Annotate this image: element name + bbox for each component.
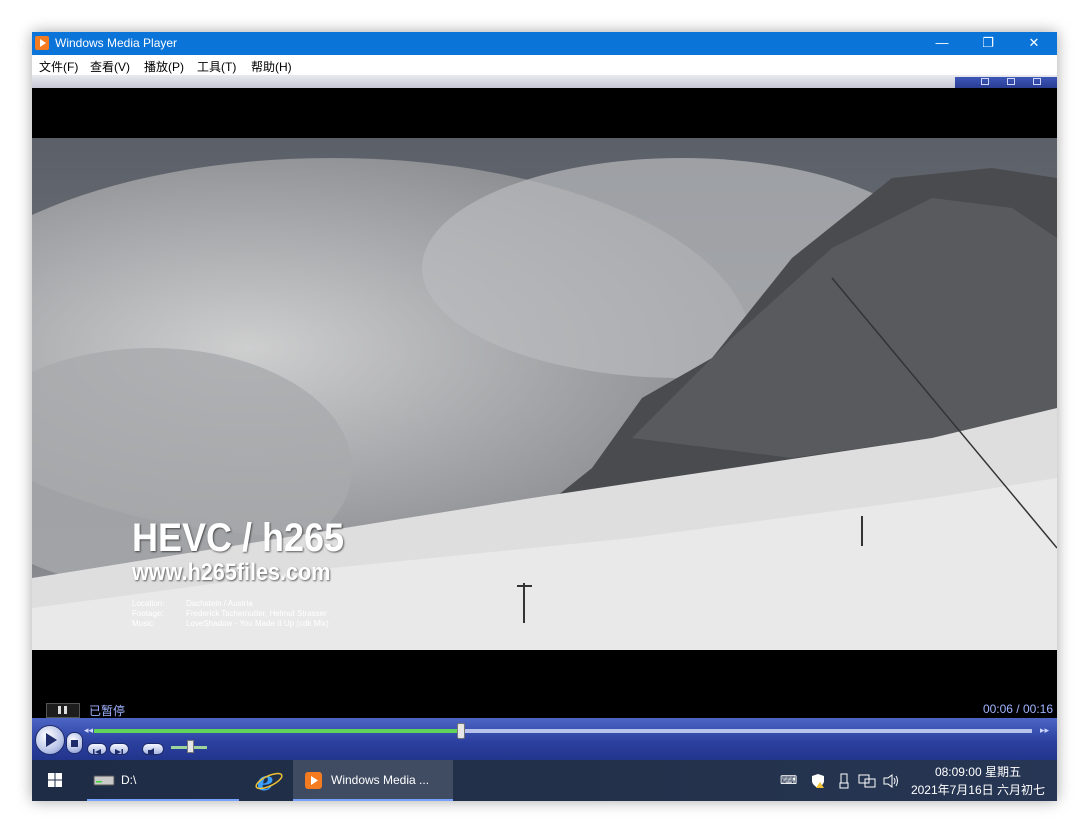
credit-value: LoveShadow - You Made It Up (cdk Mix): [186, 619, 329, 628]
previous-icon: [93, 749, 101, 755]
taskbar-wmp[interactable]: Windows Media ...: [293, 760, 453, 801]
taskbar: D:\ e Windows Media ... ⌨ 08:09:00 星期五 2…: [32, 760, 1057, 801]
video-title-overlay: HEVC / h265 www.h265files.com: [132, 518, 368, 586]
taskbar-drive-d[interactable]: D:\: [87, 760, 239, 801]
paused-status-icon: [46, 703, 80, 718]
menu-tools[interactable]: 工具(T): [197, 58, 236, 75]
credit-value: Dachstein / Austria: [186, 599, 253, 608]
seek-thumb[interactable]: [456, 723, 465, 739]
stop-icon: [71, 740, 78, 747]
credit-key: Location:: [132, 599, 165, 608]
overlay-url: www.h265files.com: [132, 559, 331, 586]
wmp-task-label: Windows Media ...: [331, 773, 430, 787]
skin-mode-icon[interactable]: [1007, 78, 1015, 85]
menu-view[interactable]: 查看(V): [90, 58, 130, 75]
switch-to-library-icon[interactable]: [981, 78, 989, 85]
ie-icon: e: [255, 767, 283, 797]
keyboard-icon[interactable]: ⌨: [780, 773, 797, 787]
volume-thumb[interactable]: [187, 740, 194, 753]
menu-bar: 文件(F) 查看(V) 播放(P) 工具(T) 帮助(H): [32, 55, 1057, 75]
restore-button[interactable]: ❐: [965, 32, 1011, 55]
rewind-icon[interactable]: ◂◂: [84, 725, 93, 736]
taskbar-clock[interactable]: 08:09:00 星期五 2021年7月16日 六月初七: [911, 763, 1045, 799]
menu-play[interactable]: 播放(P): [144, 58, 184, 75]
clock-time: 08:09:00 星期五: [934, 765, 1021, 779]
video-frame: HEVC / h265 www.h265files.com Location: …: [32, 138, 1057, 650]
security-shield-icon[interactable]: [810, 773, 826, 792]
drive-label: D:\: [121, 773, 137, 787]
minimize-button[interactable]: —: [919, 32, 965, 55]
credit-key: Footage:: [132, 609, 164, 618]
next-icon: [115, 749, 123, 755]
seek-bar[interactable]: [94, 729, 1032, 733]
wmp-icon: [305, 772, 322, 789]
window-title: Windows Media Player: [55, 36, 178, 50]
play-button[interactable]: [35, 725, 65, 755]
start-button[interactable]: [32, 760, 78, 801]
top-strip: [32, 75, 1057, 88]
transport-controls: ◂◂ ▸▸: [32, 718, 1057, 760]
video-area[interactable]: HEVC / h265 www.h265files.com Location: …: [32, 88, 1057, 701]
volume-icon[interactable]: [882, 773, 900, 792]
next-button[interactable]: [109, 743, 129, 755]
usb-icon[interactable]: [838, 773, 850, 792]
credit-key: Music:: [132, 619, 156, 628]
drive-icon: [93, 775, 115, 786]
wmp-app-icon: [35, 36, 49, 50]
stop-button[interactable]: [66, 732, 83, 754]
network-icon[interactable]: [858, 773, 876, 792]
overlay-headline: HEVC / h265: [132, 516, 345, 560]
windows-start-icon: [48, 773, 62, 787]
taskbar-ie[interactable]: e: [249, 760, 289, 801]
status-bar: 已暂停 00:06 / 00:16: [32, 701, 1057, 718]
fullscreen-icon[interactable]: [1033, 78, 1041, 85]
play-icon: [46, 733, 57, 747]
wmp-window: Windows Media Player — ❐ ✕ 文件(F) 查看(V) 播…: [32, 32, 1057, 801]
speaker-icon: [148, 748, 154, 756]
clock-date: 2021年7月16日 六月初七: [910, 783, 1045, 797]
menu-file[interactable]: 文件(F): [39, 58, 78, 75]
taskbar-active-indicator: [87, 799, 239, 801]
menu-help[interactable]: 帮助(H): [251, 58, 292, 75]
title-bar[interactable]: Windows Media Player — ❐ ✕: [32, 32, 1057, 55]
previous-button[interactable]: [87, 743, 107, 755]
credit-value: Frederick Tschernutter, Helmut Strasser: [186, 609, 327, 618]
fast-forward-icon[interactable]: ▸▸: [1040, 725, 1049, 736]
view-switch-area: [955, 77, 1057, 88]
taskbar-active-indicator: [293, 799, 453, 801]
playback-time: 00:06 / 00:16: [982, 702, 1053, 716]
mute-button[interactable]: [142, 743, 164, 756]
seek-progress: [94, 729, 460, 733]
close-button[interactable]: ✕: [1011, 32, 1057, 55]
playback-state: 已暂停: [89, 704, 126, 718]
